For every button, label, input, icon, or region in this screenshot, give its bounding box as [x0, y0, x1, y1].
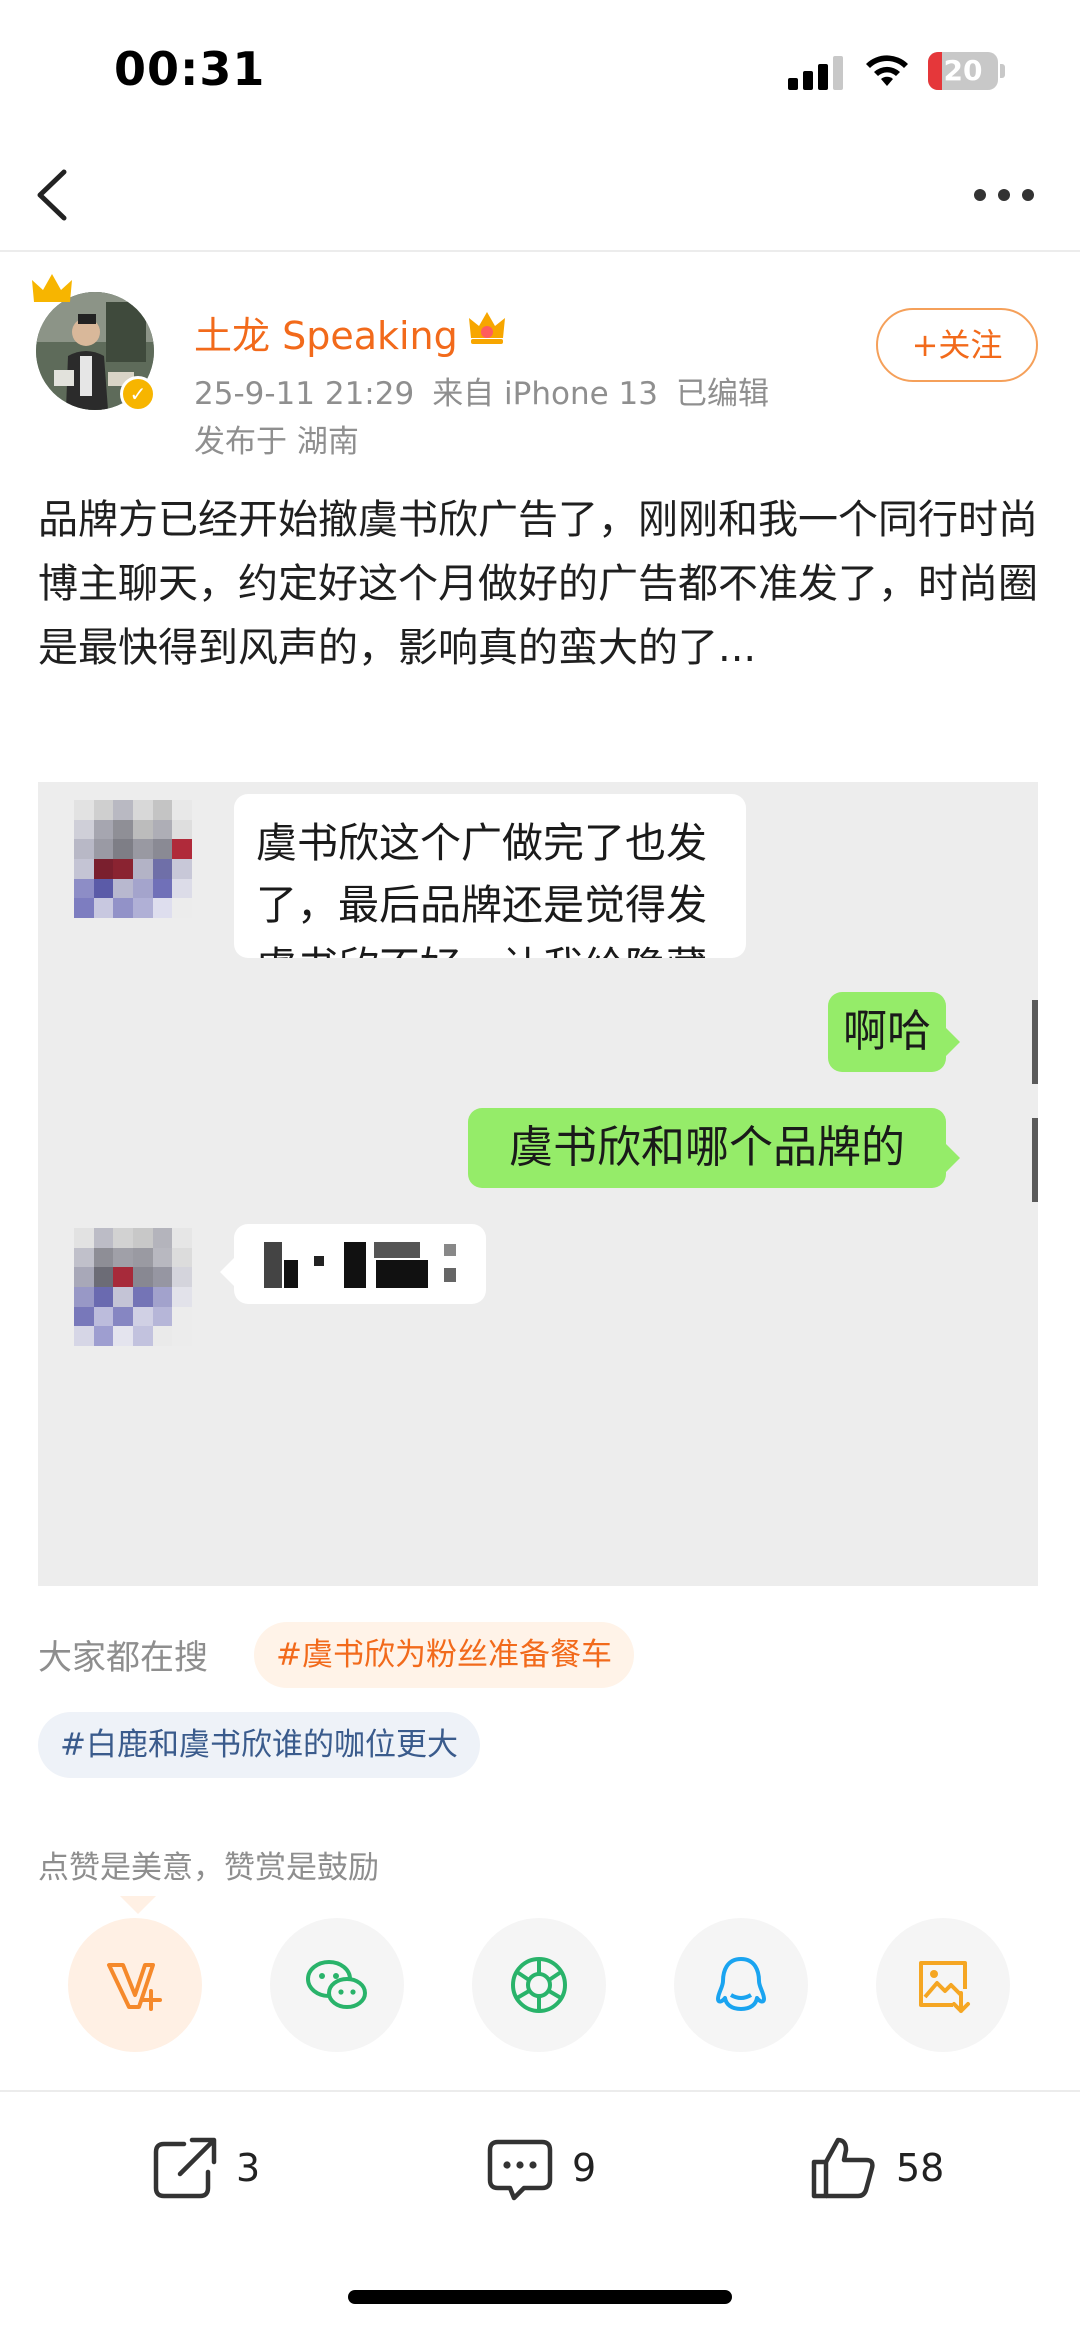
pointer-caret-icon: [120, 1896, 156, 1914]
reward-icon: [107, 1963, 162, 2011]
verified-badge-icon: ✓: [120, 376, 156, 412]
blurred-avatar: [74, 1228, 192, 1346]
status-bar: 00:31 20: [0, 0, 1080, 140]
reward-button[interactable]: [68, 1918, 202, 2052]
share-moments-button[interactable]: [472, 1918, 606, 2052]
save-image-icon: [919, 1961, 970, 2013]
post-date: 25-9-11 21:29: [194, 376, 415, 412]
status-time: 00:31: [114, 42, 266, 96]
repost-button[interactable]: 3: [148, 2132, 288, 2208]
save-image-button[interactable]: [876, 1918, 1010, 2052]
reward-hint: 点赞是美意，赞赏是鼓励: [38, 1850, 379, 1886]
wechat-icon: [306, 1960, 367, 2009]
chat-message-text: 虞书欣这个广做完了也发了，最后品牌还是觉得发虞书欣不好，让我给隐藏～: [256, 819, 707, 958]
chat-message-received: 虞书欣这个广做完了也发了，最后品牌还是觉得发虞书欣不好，让我给隐藏～: [234, 794, 746, 958]
comment-icon: [487, 2139, 553, 2201]
comment-count: 9: [572, 2146, 597, 2190]
battery-level: 20: [943, 54, 983, 87]
post-meta: 25-9-11 21:29 来自 iPhone 13 已编辑: [194, 368, 787, 413]
back-icon[interactable]: [26, 160, 86, 230]
post-image[interactable]: 虞书欣这个广做完了也发了，最后品牌还是觉得发虞书欣不好，让我给隐藏～ 啊哈 虞书…: [38, 782, 1038, 1586]
trending-tag[interactable]: #虞书欣为粉丝准备餐车: [254, 1622, 634, 1688]
action-bar: 3 9 58: [0, 2090, 1080, 2240]
blurred-avatar: [74, 800, 192, 918]
chat-message-text: 虞书欣和哪个品牌的: [509, 1122, 905, 1173]
post-source: 来自 iPhone 13: [432, 376, 658, 412]
share-qq-button[interactable]: [674, 1918, 808, 2052]
post-text: 品牌方已经开始撤虞书欣广告了，刚刚和我一个同行时尚博主聊天，约定好这个月做好的广…: [38, 497, 1038, 671]
vip-crown-icon: [469, 312, 505, 344]
nav-bar: [0, 140, 1080, 252]
like-button[interactable]: 58: [808, 2132, 968, 2208]
trending-tag[interactable]: #白鹿和虞书欣谁的咖位更大: [38, 1712, 480, 1778]
chat-message-sent: 虞书欣和哪个品牌的: [468, 1108, 960, 1188]
post-location: 发布于 湖南: [194, 424, 359, 460]
chat-message-redacted: [220, 1224, 486, 1304]
more-icon[interactable]: [974, 180, 1038, 210]
post-edited: 已编辑: [675, 376, 769, 412]
sent-avatar-edge: [1032, 1118, 1038, 1202]
author-name[interactable]: 土龙 Speaking: [194, 305, 458, 360]
like-icon: [811, 2137, 875, 2199]
sent-avatar-edge: [1032, 1000, 1038, 1084]
trending-search-label: 大家都在搜: [38, 1638, 208, 1678]
crown-icon: [32, 274, 72, 302]
chat-message-sent: 啊哈: [828, 992, 960, 1072]
author-avatar[interactable]: ✓: [32, 274, 158, 414]
share-wechat-button[interactable]: [270, 1918, 404, 2052]
like-count: 58: [896, 2146, 945, 2190]
chat-message-text: 啊哈: [843, 1006, 931, 1057]
moments-icon: [511, 1957, 567, 2013]
signal-icon: [788, 56, 844, 90]
comment-button[interactable]: 9: [484, 2132, 624, 2208]
repost-icon: [153, 2137, 217, 2199]
wifi-icon: [866, 55, 908, 86]
qq-icon: [716, 1957, 766, 2011]
battery-icon: 20: [928, 52, 1006, 90]
home-indicator: [348, 2290, 732, 2304]
repost-count: 3: [236, 2146, 261, 2190]
follow-button[interactable]: +关注: [876, 308, 1038, 382]
